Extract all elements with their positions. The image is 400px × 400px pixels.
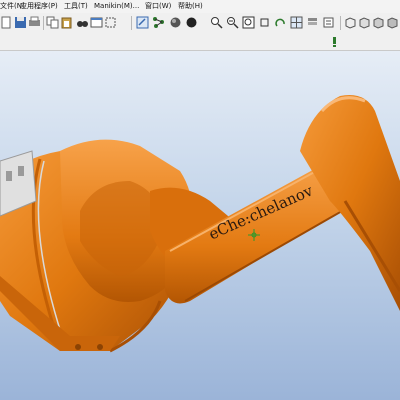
menu-help[interactable]: 帮助(H): [178, 0, 203, 13]
info-icon[interactable]: [328, 35, 341, 48]
menu-manikin[interactable]: Manikin(M)...: [94, 0, 139, 13]
copy-icon[interactable]: [46, 16, 59, 29]
window-icon[interactable]: [90, 16, 103, 29]
view-top-icon[interactable]: [358, 16, 371, 29]
spin-icon[interactable]: [258, 16, 271, 29]
settings-icon[interactable]: [322, 16, 335, 29]
paste-icon[interactable]: [60, 16, 73, 29]
main-toolbar: [0, 13, 400, 34]
snap-icon[interactable]: [136, 16, 149, 29]
view-side-icon[interactable]: [372, 16, 385, 29]
binoculars-icon[interactable]: [76, 16, 89, 29]
layer-icon[interactable]: [306, 16, 319, 29]
select-icon[interactable]: [104, 16, 117, 29]
menu-tools[interactable]: 工具(T): [64, 0, 88, 13]
rotate-icon[interactable]: [274, 16, 287, 29]
menu-bar: 文件(N) 应用程序(P) 工具(T) Manikin(M)... 窗口(W) …: [0, 0, 400, 13]
network-icon[interactable]: [152, 16, 165, 29]
multiview-icon[interactable]: [290, 16, 303, 29]
crosshair-icon: [248, 229, 260, 241]
secondary-toolbar: [0, 34, 400, 51]
sphere-dark-icon[interactable]: [185, 16, 198, 29]
view-iso-icon[interactable]: [386, 16, 399, 29]
zoom-fit-icon[interactable]: [226, 16, 239, 29]
zoom-icon[interactable]: [210, 16, 223, 29]
menu-window[interactable]: 窗口(W): [145, 0, 171, 13]
new-icon[interactable]: [0, 16, 13, 29]
view-front-icon[interactable]: [344, 16, 357, 29]
sphere-icon[interactable]: [169, 16, 182, 29]
zoom-window-icon[interactable]: [242, 16, 255, 29]
robot-arm-model[interactable]: [0, 51, 400, 400]
print-icon[interactable]: [28, 16, 41, 29]
3d-viewport[interactable]: eChe:chelanov: [0, 51, 400, 400]
menu-application[interactable]: 应用程序(P): [20, 0, 58, 13]
save-icon[interactable]: [14, 16, 27, 29]
